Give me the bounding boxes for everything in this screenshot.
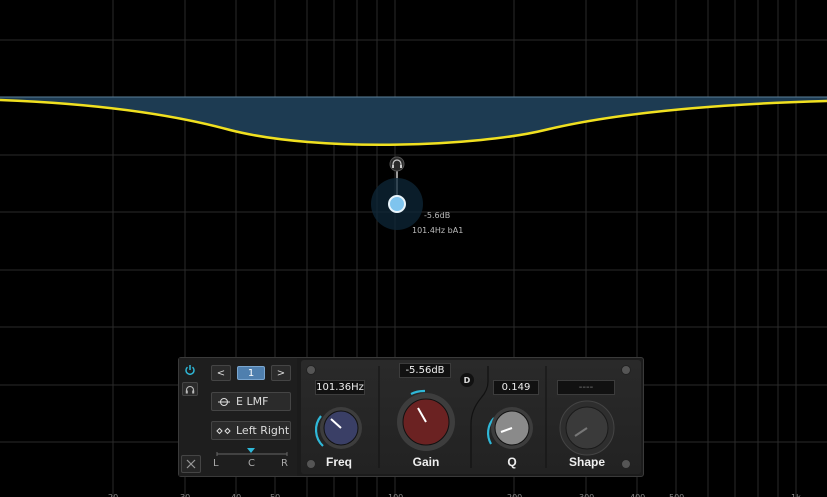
shape-knob[interactable]	[555, 400, 619, 456]
axis-label-30: 30	[180, 493, 190, 497]
dynamic-eq-badge[interactable]: D	[460, 373, 474, 387]
axis-label-200: 200	[507, 493, 522, 497]
next-band-button[interactable]: >	[271, 365, 291, 381]
axis-label-500: 500	[669, 493, 684, 497]
gain-value[interactable]: -5.56dB	[399, 363, 451, 378]
pan-label-left: L	[213, 458, 219, 469]
band-number: 1	[237, 366, 265, 380]
stereo-link-icon	[216, 427, 231, 434]
axis-label-100: 100	[388, 493, 403, 497]
headphones-icon[interactable]	[389, 156, 405, 172]
stereo-mode-dropdown[interactable]: Left Right	[211, 421, 291, 440]
prev-band-button[interactable]: <	[211, 365, 231, 381]
filter-type-dropdown[interactable]: E LMF	[211, 392, 291, 411]
freq-axis: 20 30 40 50 100 200 300 400 500 1k	[108, 493, 801, 497]
q-knob[interactable]	[482, 402, 538, 452]
freq-knob[interactable]	[311, 402, 367, 452]
axis-label-300: 300	[579, 493, 594, 497]
gain-knob[interactable]	[389, 384, 463, 454]
axis-label-400: 400	[630, 493, 645, 497]
node-freq-readout: 101.4Hz bA1	[412, 226, 463, 235]
bell-filter-icon	[218, 397, 230, 406]
axis-label-40: 40	[231, 493, 241, 497]
filter-type-label: E LMF	[236, 395, 269, 408]
gain-label: Gain	[412, 455, 440, 469]
close-icon	[186, 459, 196, 469]
axis-label-50: 50	[270, 493, 280, 497]
band-controls: < 1 > E LMF Left Right L C R	[179, 358, 297, 476]
freq-value[interactable]: 101.36Hz	[315, 380, 365, 395]
pan-slider-track	[216, 448, 288, 456]
shape-label: Shape	[568, 455, 605, 469]
eq-curve-fill	[0, 97, 827, 145]
axis-label-1k: 1k	[791, 493, 801, 497]
power-icon	[185, 365, 195, 376]
q-label: Q	[507, 455, 517, 469]
band-node[interactable]	[371, 170, 423, 230]
pan-label-center: C	[248, 458, 255, 469]
pan-slider[interactable]: L C R	[213, 446, 291, 472]
shape-value[interactable]: ----	[557, 380, 615, 395]
pan-label-right: R	[281, 458, 288, 469]
delete-band-button[interactable]	[181, 455, 201, 473]
freq-label: Freq	[325, 455, 352, 469]
knob-section: 101.36Hz Freq -5.56dB Gain D 0.149 Q ---…	[301, 360, 641, 474]
power-button[interactable]	[182, 361, 198, 379]
stereo-mode-label: Left Right	[236, 424, 290, 437]
axis-label-20: 20	[108, 493, 118, 497]
headphones-icon	[185, 385, 195, 393]
node-gain-readout: -5.6dB	[424, 211, 450, 220]
listen-button[interactable]	[182, 382, 198, 396]
q-value[interactable]: 0.149	[493, 380, 539, 395]
band-panel: < 1 > E LMF Left Right L C R 101.36Hz Fr…	[178, 357, 644, 477]
